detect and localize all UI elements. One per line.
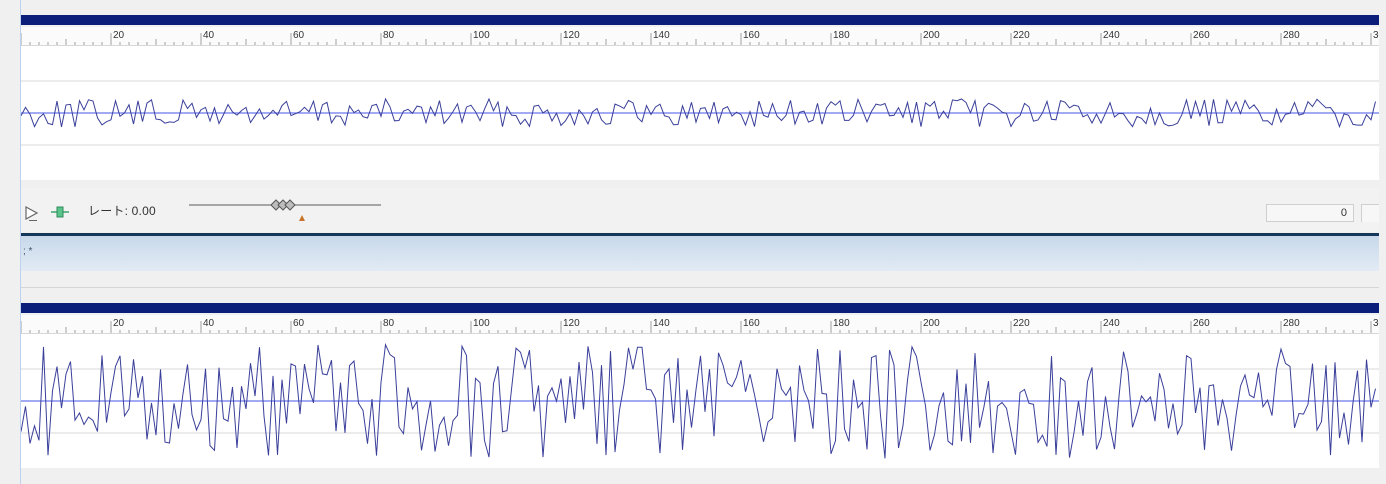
- track-2-ruler-label: 200: [923, 318, 940, 329]
- track-1-ruler-label: 80: [383, 30, 395, 41]
- tab-band: ; *: [21, 236, 1379, 271]
- track-2-ruler-label: 80: [383, 318, 395, 329]
- track-2-ruler-label: 300: [1373, 318, 1379, 329]
- counter-field-edge: [1361, 204, 1379, 222]
- track-1-header-bar: [21, 15, 1379, 25]
- track-1-ruler-label: 280: [1283, 30, 1300, 41]
- play-icon[interactable]: [24, 205, 40, 221]
- track-2-ruler-label: 100: [473, 318, 490, 329]
- track-2-ruler-label: 160: [743, 318, 760, 329]
- separator-line: [21, 287, 1379, 288]
- track-1-ruler-label: 260: [1193, 30, 1210, 41]
- counter-field[interactable]: 0: [1266, 204, 1354, 222]
- track-1-ruler-label: 120: [563, 30, 580, 41]
- track-1-waveform-area[interactable]: [21, 46, 1379, 180]
- track-1-ruler-label: 200: [923, 30, 940, 41]
- track-2-header-bar: [21, 303, 1379, 313]
- transport-bar: レート: 0.00 0: [21, 188, 1379, 232]
- track-2-ruler: 20 40 60 80 100 120 140 160 180 200 220 240 260 280 30…: [21, 315, 1379, 334]
- rate-slider[interactable]: [189, 197, 384, 223]
- track-1-ruler-ticks: 20 40 60 80 100 120 140 160 180 200 220 240 260 280 30…: [21, 30, 1379, 45]
- track-2-panel: 20 40 60 80 100 120 140 160 180 200 220 240 260 280 30…: [21, 290, 1379, 484]
- track-1-ruler-label: 160: [743, 30, 760, 41]
- track-1-ruler-label: 60: [293, 30, 305, 41]
- track-2-ruler-label: 240: [1103, 318, 1120, 329]
- rate-slider-thumb[interactable]: [270, 199, 296, 211]
- track-2-waveform: [21, 342, 1379, 459]
- rate-label: レート: 0.00: [88, 204, 156, 218]
- track-1-ruler-label: 240: [1103, 30, 1120, 41]
- track-1-ruler-label: 180: [833, 30, 850, 41]
- track-2-ruler-label: 140: [653, 318, 670, 329]
- track-1-ruler-label: 40: [203, 30, 215, 41]
- track-2-ruler-label: 20: [113, 318, 125, 329]
- tab-label[interactable]: ; *: [23, 246, 32, 257]
- track-1-waveform: [21, 80, 1379, 146]
- track-1-ruler: 20 40 60 80 100 120 140 160 180 200 220 240 260 280 30…: [21, 27, 1379, 46]
- track-2-ruler-label: 180: [833, 318, 850, 329]
- track-2-waveform-area[interactable]: [21, 334, 1379, 468]
- track-2-ruler-label: 120: [563, 318, 580, 329]
- track-2-ruler-ticks: 20 40 60 80 100 120 140 160 180 200 220 240 260 280 30…: [21, 318, 1379, 333]
- track-1-ruler-label: 20: [113, 30, 125, 41]
- track-1-panel: 20 40 60 80 100 120 140 160 180 200 220 240 260 280 30…: [21, 0, 1379, 186]
- track-2-ruler-label: 220: [1013, 318, 1030, 329]
- track-2-ruler-label: 60: [293, 318, 305, 329]
- track-2-ruler-label: 40: [203, 318, 215, 329]
- track-1-ruler-label: 300: [1373, 30, 1379, 41]
- track-1-ruler-label: 100: [473, 30, 490, 41]
- rate-marker-icon: [299, 215, 305, 221]
- track-2-ruler-label: 280: [1283, 318, 1300, 329]
- track-1-ruler-label: 140: [653, 30, 670, 41]
- track-1-ruler-label: 220: [1013, 30, 1030, 41]
- track-2-ruler-label: 260: [1193, 318, 1210, 329]
- add-marker-icon[interactable]: [51, 205, 69, 219]
